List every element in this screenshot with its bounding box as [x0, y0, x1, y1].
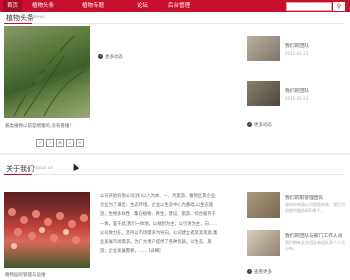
nav-item-plant-topics[interactable]: 植物专题	[82, 0, 104, 12]
about-divider	[4, 174, 344, 175]
search-icon[interactable]: ⚲	[333, 2, 345, 11]
news-featured-caption[interactable]: 蕨类植物以前是喂猪的,没有看懂！	[5, 123, 74, 129]
nav-item-plant-news[interactable]: 植物头条	[32, 0, 54, 12]
arrow-right-icon: ›	[247, 122, 252, 127]
copy-icon[interactable]: ▤	[56, 139, 64, 147]
nav-item-admin[interactable]: 后台管理	[168, 0, 190, 12]
news-title-accent	[4, 23, 32, 24]
news-side-date-1: 2015-01-23	[285, 51, 309, 56]
about-title-accent	[4, 174, 32, 175]
news-side-title-1[interactable]: 我们的团队	[285, 42, 309, 49]
news-section-subtitle: News	[33, 15, 46, 20]
search-input[interactable]	[286, 2, 332, 11]
about-side-desc-2: 我们拥有业务团队有团队多个人员分布...	[285, 240, 345, 251]
news-side-more-link[interactable]: › 更多动态	[247, 122, 272, 128]
top-nav-bar: 首页 植物头条 植物专题 论坛 后台管理 ⚲	[0, 0, 350, 12]
about-featured-image[interactable]	[4, 192, 90, 268]
about-side-title-1[interactable]: 我们的职管理团队	[285, 194, 323, 201]
link-icon[interactable]: ∞	[66, 139, 74, 147]
about-section-subtitle: About us	[33, 166, 53, 171]
roses-illustration	[8, 208, 88, 249]
arrow-right-icon: ›	[98, 54, 103, 59]
share-icon[interactable]: ↗	[46, 139, 54, 147]
news-side-title-2[interactable]: 我们的团队	[285, 87, 309, 94]
nav-item-home[interactable]: 首页	[3, 0, 23, 12]
about-more-link[interactable]: › 查看更多	[247, 269, 272, 275]
about-featured-caption[interactable]: 植物园的管理与运维	[5, 272, 46, 278]
about-side-thumb-2[interactable]	[247, 230, 280, 256]
about-side-desc-1: 深圳市有限公司管理系统，我们为你提供服务800多个...	[285, 202, 345, 213]
section-separator	[0, 153, 350, 155]
news-featured-image[interactable]	[4, 26, 90, 118]
mouse-cursor-icon	[70, 162, 80, 171]
news-side-thumb-1[interactable]	[247, 36, 280, 61]
news-section-title: 植物头条	[6, 14, 34, 22]
about-side-title-2[interactable]: 我们的团队与部门工作人员	[285, 232, 343, 239]
news-side-thumb-2[interactable]	[247, 81, 280, 106]
fern-illustration	[13, 35, 85, 117]
email-icon[interactable]: ✉	[76, 139, 84, 147]
print-icon[interactable]: ⎙	[36, 139, 44, 147]
nav-item-forum[interactable]: 论坛	[137, 0, 148, 12]
news-side-date-2: 2015-01-23	[285, 96, 309, 101]
about-description: 公司开始有限公司(民)以人为本、一、为旅游、植物区景企业;企业为了满足，生态环境…	[100, 194, 218, 255]
about-section-title: 关于我们	[6, 165, 34, 173]
arrow-right-icon: ›	[247, 269, 252, 274]
news-divider	[4, 23, 344, 24]
news-more-link[interactable]: › 更多动态	[98, 54, 123, 60]
about-side-thumb-1[interactable]	[247, 192, 280, 218]
